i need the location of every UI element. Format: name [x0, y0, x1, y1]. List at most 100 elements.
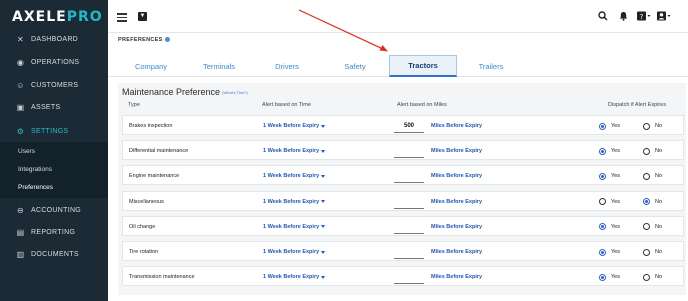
radio-yes[interactable] [599, 122, 606, 130]
info-icon[interactable] [164, 37, 170, 43]
radio-no[interactable] [643, 273, 650, 281]
sidebar-item-label: DASHBOARD [31, 35, 79, 43]
bell-icon[interactable] [619, 11, 628, 23]
table-row: Brakes inspection 1 Week Before Expiry 5… [122, 115, 684, 135]
miles-input[interactable] [394, 144, 424, 159]
logo-main: AXELE [12, 9, 67, 25]
time-alert-dropdown[interactable]: 1 Week Before Expiry [263, 166, 326, 186]
time-alert-dropdown[interactable]: 1 Week Before Expiry [263, 217, 326, 237]
time-alert-value: 1 Week Before Expiry [263, 198, 320, 205]
sidebar-item-assets[interactable]: ▣ ASSETS [0, 97, 108, 117]
tab-drivers[interactable]: Drivers [254, 55, 320, 77]
tab-terminals[interactable]: Terminals [186, 55, 252, 77]
radio-yes[interactable] [599, 147, 606, 155]
reporting-icon: ▤ [16, 227, 25, 237]
subnav-item-preferences[interactable]: Preferences [18, 184, 53, 191]
radio-no-label: No [655, 274, 663, 281]
sidebar-item-settings[interactable]: ⚙ SETTINGS [0, 121, 108, 141]
table-row: Differential maintenance 1 Week Before E… [122, 140, 684, 161]
documents-icon: ▥ [16, 249, 25, 259]
filter-icon[interactable]: ▼ [138, 12, 147, 21]
chevron-down-icon [321, 124, 326, 128]
radio-no[interactable] [643, 248, 650, 256]
radio-no[interactable] [643, 223, 650, 231]
search-icon[interactable] [598, 11, 608, 23]
subnav-item-integrations[interactable]: Integrations [18, 166, 52, 173]
miles-before-expiry-label: Miles Before Expiry [431, 173, 483, 180]
column-header-alert-time: Alert based on Time [262, 102, 311, 108]
radio-no[interactable] [643, 147, 650, 155]
dispatch-no-option[interactable]: No [643, 217, 662, 237]
time-alert-dropdown[interactable]: 1 Week Before Expiry [263, 192, 326, 212]
radio-yes[interactable] [599, 172, 606, 180]
miles-before-expiry-label: Miles Before Expiry [431, 148, 483, 155]
menu-icon[interactable] [117, 13, 127, 22]
table-row: Engine maintenance 1 Week Before Expiry … [122, 165, 684, 186]
sidebar-item-operations[interactable]: ◉ OPERATIONS [0, 52, 108, 72]
radio-no[interactable] [643, 172, 650, 180]
dispatch-yes-option[interactable]: Yes [599, 217, 620, 237]
table-row: Transmission maintenance 1 Week Before E… [122, 266, 684, 287]
app-logo[interactable]: AXELEPRO [12, 9, 103, 25]
miles-input[interactable] [394, 270, 424, 285]
chevron-down-icon [321, 275, 326, 279]
radio-yes[interactable] [599, 198, 606, 206]
chevron-down-icon [321, 250, 326, 254]
tab-company[interactable]: Company [118, 55, 184, 77]
dispatch-yes-option[interactable]: Yes [599, 242, 620, 262]
time-alert-dropdown[interactable]: 1 Week Before Expiry [263, 116, 326, 136]
sidebar-item-label: ASSETS [31, 103, 61, 111]
radio-yes[interactable] [599, 273, 606, 281]
panel-title-text: Maintenance Preference [122, 87, 221, 97]
sidebar-item-label: ACCOUNTING [31, 206, 82, 214]
user-icon[interactable] [657, 11, 671, 23]
sidebar-item-documents[interactable]: ▥ DOCUMENTS [0, 244, 108, 264]
sidebar-item-label: REPORTING [31, 228, 76, 236]
dispatch-no-option[interactable]: No [643, 267, 662, 287]
whats-this-link[interactable]: (What's This?) [222, 90, 248, 95]
assets-icon: ▣ [16, 102, 25, 112]
radio-no[interactable] [643, 198, 650, 206]
radio-no[interactable] [643, 122, 650, 130]
dispatch-yes-option[interactable]: Yes [599, 141, 620, 161]
maintenance-type: Tire rotation [129, 249, 159, 255]
dispatch-no-option[interactable]: No [643, 166, 662, 186]
sidebar-item-accounting[interactable]: ⊖ ACCOUNTING [0, 200, 108, 220]
time-alert-dropdown[interactable]: 1 Week Before Expiry [263, 267, 326, 287]
miles-input[interactable] [394, 195, 424, 209]
time-alert-value: 1 Week Before Expiry [263, 249, 320, 255]
dispatch-yes-option[interactable]: Yes [599, 116, 620, 136]
table-row: Miscellaneous 1 Week Before Expiry Miles… [122, 190, 684, 212]
subnav-item-users[interactable]: Users [18, 148, 35, 155]
tab-tractors[interactable]: Tractors [389, 55, 457, 77]
miles-input[interactable] [394, 169, 424, 184]
sidebar-item-reporting[interactable]: ▤ REPORTING [0, 222, 108, 242]
miles-input[interactable] [394, 245, 424, 259]
dispatch-no-option[interactable]: No [643, 116, 662, 136]
time-alert-dropdown[interactable]: 1 Week Before Expiry [263, 141, 326, 161]
sidebar-item-customers[interactable]: ☺ CUSTOMERS [0, 75, 108, 95]
accounting-icon: ⊖ [16, 205, 24, 215]
column-header-alert-miles: Alert based on Miles [397, 102, 447, 108]
sidebar-item-dashboard[interactable]: ✕ DASHBOARD [0, 29, 108, 49]
radio-yes[interactable] [599, 223, 606, 231]
dispatch-yes-option[interactable]: Yes [599, 166, 620, 186]
dispatch-no-option[interactable]: No [643, 141, 662, 161]
dispatch-yes-option[interactable]: Yes [599, 267, 620, 287]
dispatch-yes-option[interactable]: Yes [599, 192, 620, 212]
tab-trailers[interactable]: Trailers [458, 55, 524, 77]
help-icon[interactable]: ? [637, 11, 651, 23]
sidebar-item-label: CUSTOMERS [31, 81, 79, 89]
radio-no-label: No [655, 198, 663, 205]
chevron-down-icon [321, 200, 326, 204]
miles-input[interactable] [394, 220, 424, 234]
tab-safety[interactable]: Safety [322, 55, 388, 77]
time-alert-value: 1 Week Before Expiry [263, 123, 320, 129]
dispatch-no-option[interactable]: No [643, 192, 662, 212]
time-alert-dropdown[interactable]: 1 Week Before Expiry [263, 242, 326, 262]
radio-yes-label: Yes [611, 148, 620, 155]
radio-yes[interactable] [599, 248, 606, 256]
maintenance-preference-panel: Maintenance Preference (What's This?) Typ… [118, 83, 686, 295]
dispatch-no-option[interactable]: No [643, 242, 662, 262]
miles-input[interactable]: 500 [394, 119, 424, 133]
